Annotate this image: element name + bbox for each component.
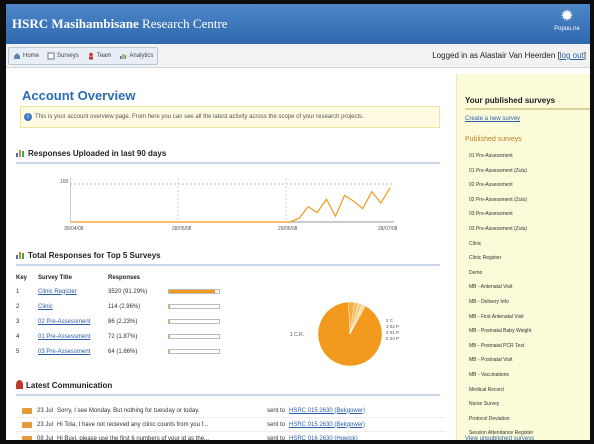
recipient-link[interactable]: HSRC 016 2630 (Howick)	[289, 436, 358, 441]
recipient-link[interactable]: HSRC 015 2630 (Bekgower)	[289, 422, 365, 428]
x-tick-label: 29/06/08	[278, 226, 298, 232]
top5-table: Key Survey Title Responses 1 Clinic Regi…	[16, 272, 224, 359]
message-icon	[22, 421, 32, 428]
col-title: Survey Title	[38, 275, 72, 281]
pie-label: 4 01 P	[386, 330, 399, 335]
communication-section-heading: Latest Communication	[16, 380, 440, 396]
sidebar-survey-item[interactable]: 01 Pre-Assessment	[469, 150, 533, 165]
create-survey-link[interactable]: Create a new survey	[465, 116, 520, 122]
main-content: Account Overview i This is your account …	[14, 74, 446, 441]
communication-list: 23 Jul Sorry, I see Monday. But nothing …	[16, 404, 446, 441]
sidebar-survey-item[interactable]: Nurse Survey	[469, 398, 533, 413]
published-survey-list: 01 Pre-Assessment 01 Pre-Assessment (Zul…	[469, 150, 533, 440]
table-row: 2 Clinic 114 (2.96%)	[16, 299, 224, 314]
message-icon	[22, 407, 32, 414]
sidebar-survey-item[interactable]: Protocol Deviation	[469, 413, 533, 428]
chart-icon	[16, 252, 24, 259]
team-icon	[88, 52, 93, 60]
sidebar-survey-item[interactable]: 03 Pre-Assessment	[469, 208, 533, 223]
list-item[interactable]: 08 Jul Hi Buyi, please use the first 6 n…	[16, 432, 446, 441]
chart-icon	[16, 150, 24, 157]
x-tick-label: 28/07/08	[378, 226, 398, 232]
analytics-icon	[120, 54, 127, 59]
top5-section-heading: Total Responses for Top 5 Surveys	[16, 250, 440, 266]
sidebar-survey-item[interactable]: MB - Delivery Info	[469, 296, 533, 311]
sidebar-survey-item[interactable]: MB - Postnatal Baby Weight	[469, 325, 533, 340]
app-brand: HSRC Masihambisane Research Centre	[12, 16, 228, 31]
info-box: i This is your account overview page. Fr…	[20, 106, 440, 128]
pie-label: 3 02 P	[386, 324, 399, 329]
table-row: 3 02 Pre-Assessment 86 (2.23%)	[16, 314, 224, 329]
tab-surveys[interactable]: Surveys	[43, 48, 83, 64]
list-item[interactable]: 23 Jul Sorry, I see Monday. But nothing …	[16, 404, 446, 418]
x-tick-label: 30/04/08	[64, 226, 84, 232]
sidebar-survey-item[interactable]: MB - First Antenatal Visit	[469, 311, 533, 326]
sidebar-survey-item[interactable]: MB - Vaccinations	[469, 369, 533, 384]
recipient-link[interactable]: HSRC 015 2630 (Bekgower)	[289, 408, 365, 414]
survey-link[interactable]: 01 Pre-Assessment	[38, 334, 90, 340]
x-tick-label: 28/05/08	[172, 226, 192, 232]
sidebar-survey-item[interactable]: MB - Postnatal Visit	[469, 354, 533, 369]
message-icon	[22, 435, 32, 440]
sidebar-survey-item[interactable]: 02 Pre-Assessment (Zulu)	[469, 194, 533, 209]
view-unpublished-link[interactable]: View unpublished surveys	[465, 436, 534, 440]
popuu-logo[interactable]: ✹ Popuu.ne	[550, 8, 584, 38]
response-bar	[168, 334, 220, 339]
sidebar-survey-item[interactable]: 02 Pre-Assessment	[469, 179, 533, 194]
login-status: Logged in as Alastair Van Heerden [log o…	[432, 51, 586, 60]
sidebar-survey-item[interactable]: Clinic Register	[469, 252, 533, 267]
table-row: 5 03 Pre-Assessment 64 (1.66%)	[16, 344, 224, 359]
navigation-bar: Home Surveys Team Analytics Logged in as…	[6, 44, 590, 68]
col-responses: Responses	[108, 275, 141, 281]
sidebar-survey-item[interactable]: Medical Record	[469, 384, 533, 399]
sidebar-survey-item[interactable]: 01 Pre-Assessment (Zulu)	[469, 165, 533, 180]
logo-mark-icon: ✹	[560, 8, 574, 25]
survey-link[interactable]: 02 Pre-Assessment	[38, 319, 90, 325]
table-row: 4 01 Pre-Assessment 72 (1.87%)	[16, 329, 224, 344]
pie-label: 1 C.R.	[290, 332, 304, 338]
response-bar	[168, 349, 220, 354]
app-window: HSRC Masihambisane Research Centre ✹ Pop…	[0, 0, 594, 444]
response-bar	[168, 304, 220, 309]
person-icon	[16, 380, 23, 389]
sidebar-survey-item[interactable]: Clinic	[469, 238, 533, 253]
logout-link[interactable]: log out	[560, 51, 584, 60]
col-key: Key	[16, 275, 28, 281]
y-tick-label: 100	[60, 179, 69, 185]
pie-label: 5 03 P	[386, 336, 399, 341]
tab-analytics[interactable]: Analytics	[115, 48, 157, 64]
published-heading: Published surveys	[465, 136, 522, 143]
responses-series-line	[190, 187, 391, 223]
sidebar-survey-item[interactable]: MB - Antenatal Visit	[469, 281, 533, 296]
responses-section-heading: Responses Uploaded in last 90 days	[16, 148, 440, 164]
surveys-icon	[47, 52, 55, 60]
page-title: Account Overview	[22, 88, 136, 103]
survey-link[interactable]: Clinic	[38, 304, 53, 310]
top5-pie-chart: 1 C.R. 2 C3 02 P4 01 P5 03 P	[290, 301, 399, 367]
list-item[interactable]: 23 Jul Hi Tola, I have not recieved any …	[16, 418, 446, 432]
sidebar-survey-item[interactable]: 03 Pre-Assessment (Zulu)	[469, 223, 533, 238]
survey-link[interactable]: 03 Pre-Assessment	[38, 349, 90, 355]
responses-line-chart	[70, 178, 394, 223]
info-icon: i	[24, 113, 32, 121]
tab-home[interactable]: Home	[9, 48, 43, 64]
main-tabs: Home Surveys Team Analytics	[8, 47, 159, 65]
response-bar	[168, 319, 220, 324]
sidebar-survey-item[interactable]: MB - Postnatal PCR Test	[469, 340, 533, 355]
response-bar	[168, 289, 220, 294]
home-icon	[14, 53, 20, 59]
sidebar-survey-item[interactable]: Demo	[469, 267, 533, 282]
table-row: 1 Clinic Register 3520 (91.29%)	[16, 284, 224, 299]
tab-team[interactable]: Team	[83, 48, 116, 64]
sidebar: Your published surveys Create a new surv…	[456, 74, 590, 440]
pie-label: 2 C	[386, 318, 394, 323]
survey-link[interactable]: Clinic Register	[38, 289, 77, 295]
sidebar-title: Your published surveys	[465, 96, 590, 110]
header-bar: HSRC Masihambisane Research Centre ✹ Pop…	[6, 4, 590, 44]
